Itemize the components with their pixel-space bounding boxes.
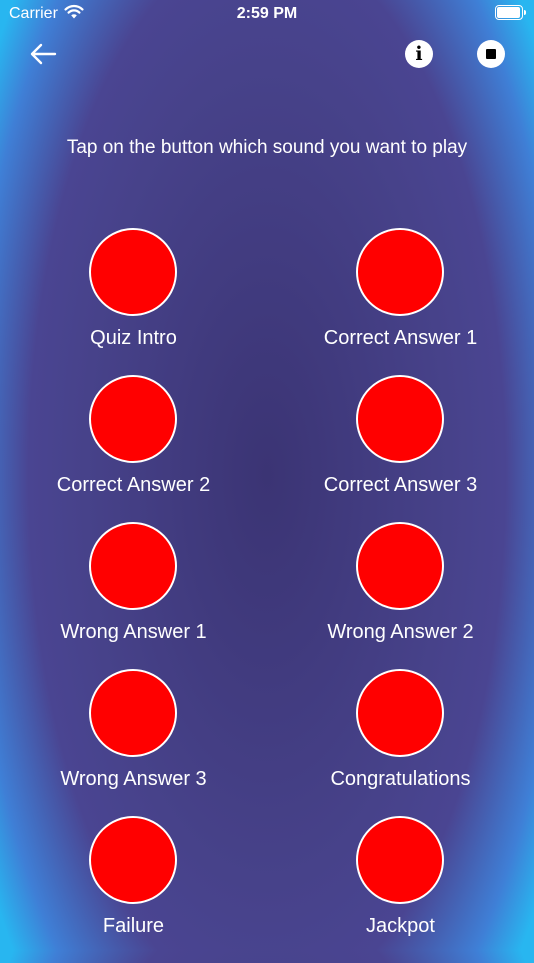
stop-button[interactable] [477,40,505,68]
sound-button-wrong-answer-2[interactable]: Wrong Answer 2 [267,522,534,669]
arrow-left-icon [30,43,57,65]
sound-button-wrong-answer-3[interactable]: Wrong Answer 3 [0,669,267,816]
play-circle[interactable] [356,816,444,904]
stop-icon [486,49,496,59]
sound-label: Wrong Answer 3 [60,768,207,790]
play-circle[interactable] [89,669,177,757]
play-circle[interactable] [89,375,177,463]
sound-label: Jackpot [366,915,435,937]
sound-label: Correct Answer 2 [56,474,211,496]
back-button[interactable] [28,42,58,66]
info-button[interactable]: i [405,40,433,68]
sound-label: Correct Answer 3 [323,474,478,496]
sound-button-congratulations[interactable]: Congratulations [267,669,534,816]
battery-icon [495,5,526,20]
sound-button-quiz-intro[interactable]: Quiz Intro [0,228,267,375]
play-circle[interactable] [356,375,444,463]
sound-label: Congratulations [330,768,471,790]
play-circle[interactable] [89,522,177,610]
sound-label: Quiz Intro [90,327,177,349]
play-circle[interactable] [89,228,177,316]
instruction-text: Tap on the button which sound you want t… [66,137,468,158]
sound-button-wrong-answer-1[interactable]: Wrong Answer 1 [0,522,267,669]
sound-button-jackpot[interactable]: Jackpot [267,816,534,963]
clock: 2:59 PM [236,5,298,22]
play-circle[interactable] [356,669,444,757]
play-circle[interactable] [356,228,444,316]
sound-button-correct-answer-2[interactable]: Correct Answer 2 [0,375,267,522]
sound-label: Wrong Answer 2 [327,621,474,643]
info-icon: i [415,43,423,65]
play-circle[interactable] [89,816,177,904]
status-bar: Carrier 2:59 PM [0,0,534,30]
sound-label: Wrong Answer 1 [60,621,207,643]
sound-button-correct-answer-1[interactable]: Correct Answer 1 [267,228,534,375]
sound-button-correct-answer-3[interactable]: Correct Answer 3 [267,375,534,522]
play-circle[interactable] [356,522,444,610]
sound-label: Failure [102,915,165,937]
sound-button-failure[interactable]: Failure [0,816,267,963]
sound-label: Correct Answer 1 [323,327,478,349]
